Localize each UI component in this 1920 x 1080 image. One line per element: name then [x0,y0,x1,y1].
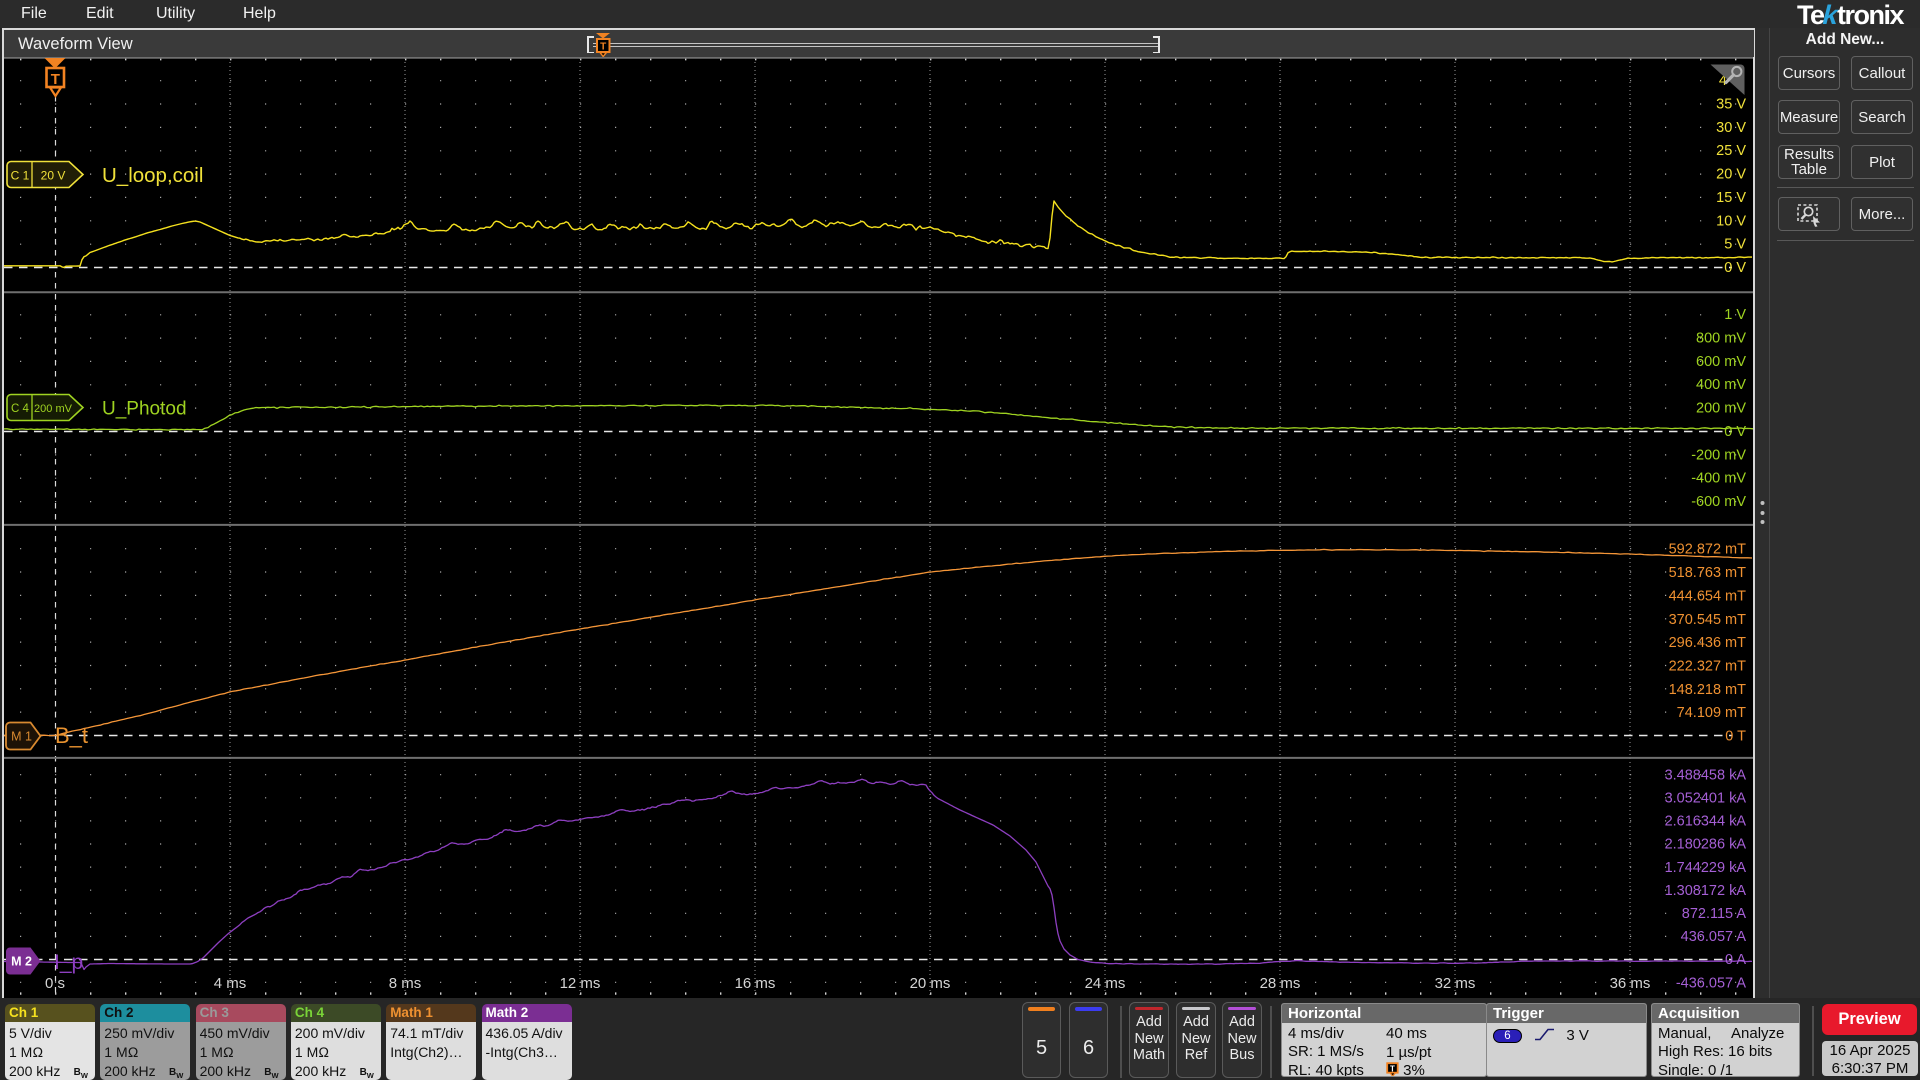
svg-text:592.872 mT: 592.872 mT [1669,542,1747,558]
svg-text:370.545 mT: 370.545 mT [1669,612,1747,628]
svg-text:B_t: B_t [55,723,88,748]
svg-text:518.763 mT: 518.763 mT [1669,565,1747,581]
svg-text:3.488458 kA: 3.488458 kA [1665,767,1747,783]
svg-text:0 A: 0 A [1725,952,1746,968]
svg-text:436.057 A: 436.057 A [1681,929,1747,945]
svg-text:1.308172 kA: 1.308172 kA [1665,883,1747,899]
svg-text:20 ms: 20 ms [910,975,951,992]
svg-text:444.654 mT: 444.654 mT [1669,588,1747,604]
svg-text:T: T [51,71,60,88]
svg-text:3.052401 kA: 3.052401 kA [1665,791,1747,807]
svg-text:0 V: 0 V [1724,260,1746,276]
svg-text:15 V: 15 V [1716,190,1746,206]
svg-text:0 s: 0 s [45,975,65,992]
svg-text:2.180286 kA: 2.180286 kA [1665,837,1747,853]
svg-text:U_loop,coil: U_loop,coil [102,164,203,187]
svg-text:16 ms: 16 ms [735,975,776,992]
svg-text:M 1: M 1 [11,730,32,744]
svg-text:0 T: 0 T [1725,729,1746,745]
svg-text:0 V: 0 V [1724,424,1746,440]
svg-text:30 V: 30 V [1716,120,1746,136]
svg-text:36 ms: 36 ms [1610,975,1651,992]
svg-text:T: T [1390,1065,1395,1074]
svg-text:296.436 mT: 296.436 mT [1669,635,1747,651]
svg-text:5 V: 5 V [1724,237,1746,253]
svg-text:M 2: M 2 [11,955,32,969]
svg-text:-436.057 A: -436.057 A [1676,975,1746,991]
svg-text:35 V: 35 V [1716,97,1746,113]
svg-text:C 1: C 1 [11,169,30,183]
svg-text:800 mV: 800 mV [1696,331,1746,347]
svg-text:400 mV: 400 mV [1696,377,1746,393]
svg-text:872.115 A: 872.115 A [1682,906,1747,922]
svg-text:148.218 mT: 148.218 mT [1669,682,1747,698]
svg-text:8 ms: 8 ms [389,975,422,992]
svg-text:C 4: C 4 [11,403,30,415]
svg-text:32 ms: 32 ms [1435,975,1476,992]
svg-text:U_Photod: U_Photod [102,399,187,420]
svg-text:4 ms: 4 ms [214,975,247,992]
svg-text:12 ms: 12 ms [560,975,601,992]
svg-text:600 mV: 600 mV [1696,354,1746,370]
svg-text:-600 mV: -600 mV [1691,494,1746,510]
svg-text:200 mV: 200 mV [1696,401,1746,417]
svg-text:-400 mV: -400 mV [1691,471,1746,487]
svg-text:222.327 mT: 222.327 mT [1669,659,1747,675]
svg-text:10 V: 10 V [1716,213,1746,229]
svg-text:1.744229 kA: 1.744229 kA [1665,860,1747,876]
svg-text:I_p: I_p [54,951,83,974]
svg-text:-200 mV: -200 mV [1691,447,1746,463]
svg-text:20 V: 20 V [41,169,66,183]
svg-text:T: T [600,42,606,53]
svg-text:25 V: 25 V [1716,143,1746,159]
svg-text:74.109 mT: 74.109 mT [1677,705,1746,721]
svg-text:2.616344 kA: 2.616344 kA [1665,814,1747,830]
svg-text:200 mV: 200 mV [34,403,73,415]
svg-text:24 ms: 24 ms [1085,975,1126,992]
svg-text:28 ms: 28 ms [1260,975,1301,992]
svg-text:20 V: 20 V [1716,167,1746,183]
svg-text:1 V: 1 V [1724,307,1746,323]
